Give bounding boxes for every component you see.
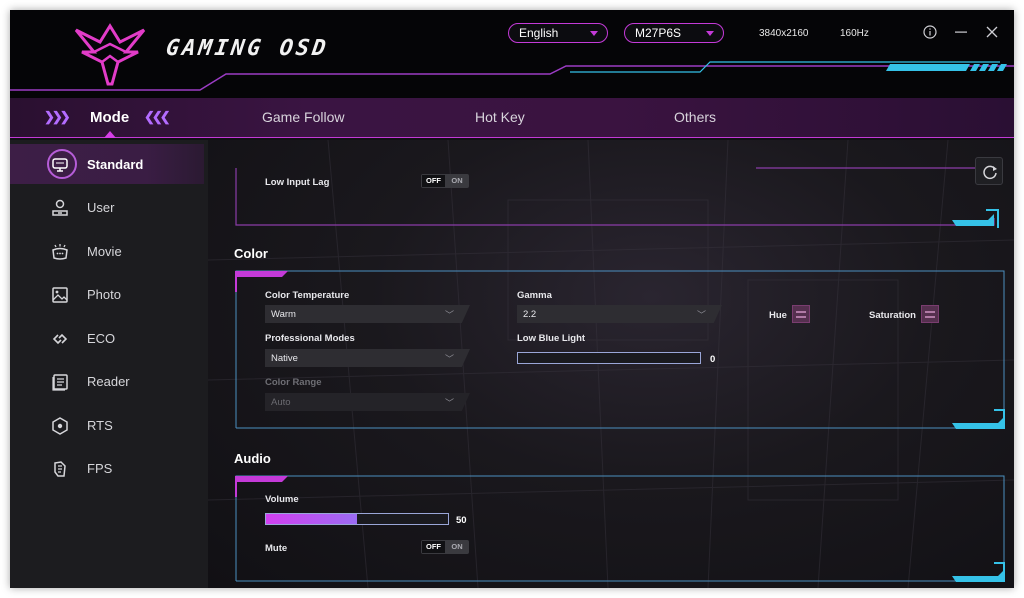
- sidebar-item-reader[interactable]: Reader: [10, 361, 204, 401]
- sidebar-item-label: Standard: [87, 157, 144, 172]
- sidebar-item-label: FPS: [87, 461, 113, 476]
- low-input-lag-label: Low Input Lag: [265, 177, 330, 188]
- sidebar-item-label: Photo: [87, 287, 121, 302]
- title-bar: GAMING OSD English M27P6S 3840x2160 160H…: [10, 10, 1014, 98]
- low-blue-light-label: Low Blue Light: [517, 333, 586, 344]
- rts-icon: [52, 417, 68, 435]
- close-button[interactable]: [984, 24, 1000, 40]
- active-tab-indicator: [104, 131, 116, 138]
- caret-down-icon: [706, 31, 714, 36]
- refresh-button[interactable]: [975, 157, 1003, 185]
- volume-value: 50: [456, 515, 467, 526]
- sidebar-item-fps[interactable]: FPS: [10, 448, 204, 488]
- sidebar-item-movie[interactable]: Movie: [10, 231, 204, 271]
- color-temperature-value: Warm: [271, 309, 296, 320]
- chevrons-right-icon: ❯❯❯: [44, 109, 71, 124]
- color-range-label: Color Range: [265, 377, 322, 388]
- saturation-adjust-button[interactable]: [921, 305, 939, 323]
- sliders-icon: [925, 316, 935, 318]
- color-section-title: Color: [234, 246, 268, 261]
- info-button[interactable]: [922, 24, 938, 40]
- sidebar-item-label: Reader: [87, 374, 130, 389]
- caret-down-icon: [590, 31, 598, 36]
- sliders-icon: [796, 316, 806, 318]
- sliders-icon: [796, 311, 806, 313]
- toggle-off-option: OFF: [422, 175, 445, 187]
- reader-icon: [52, 374, 68, 391]
- low-blue-light-value: 0: [710, 354, 716, 365]
- toggle-on-option: ON: [451, 542, 463, 551]
- professional-modes-dropdown[interactable]: Native ﹀: [265, 349, 470, 367]
- tab-bar: ❯❯❯ Mode ❮❮❮ Game Follow Hot Key Others: [10, 98, 1014, 138]
- low-blue-light-slider[interactable]: [517, 352, 701, 364]
- gamma-label: Gamma: [517, 290, 552, 301]
- sidebar-item-label: ECO: [87, 331, 116, 346]
- photo-icon: [52, 287, 68, 303]
- movie-icon: [52, 244, 68, 260]
- chevron-down-icon: ﹀: [444, 398, 454, 408]
- gamma-value: 2.2: [523, 309, 537, 320]
- refresh-icon: [983, 165, 997, 180]
- chevron-down-icon: ﹀: [444, 310, 454, 320]
- tab-mode[interactable]: Mode: [90, 109, 129, 126]
- main-content: Low Input Lag OFF ON Color Color Tempera…: [208, 140, 1014, 588]
- sidebar-item-photo[interactable]: Photo: [10, 274, 204, 314]
- sliders-icon: [925, 311, 935, 313]
- app-logo-text: GAMING OSD: [164, 36, 331, 61]
- user-icon: [52, 199, 68, 216]
- model-value: M27P6S: [635, 26, 682, 40]
- resolution-readout: 3840x2160: [759, 28, 809, 39]
- chevrons-left-icon: ❮❮❮: [144, 109, 171, 124]
- sidebar-item-label: RTS: [87, 418, 113, 433]
- minimize-button[interactable]: [953, 24, 969, 40]
- language-value: English: [519, 26, 559, 40]
- color-range-value: Auto: [271, 397, 291, 408]
- tab-hot-key[interactable]: Hot Key: [475, 109, 525, 125]
- minimize-icon: [955, 31, 967, 33]
- toggle-off-option: OFF: [422, 541, 445, 553]
- volume-label: Volume: [265, 494, 299, 505]
- audio-section-title: Audio: [234, 451, 271, 466]
- refresh-rate-readout: 160Hz: [840, 28, 869, 39]
- low-input-lag-toggle[interactable]: OFF ON: [421, 174, 469, 188]
- eco-icon: [52, 333, 68, 345]
- volume-slider[interactable]: [265, 513, 449, 525]
- model-select[interactable]: M27P6S: [624, 23, 724, 43]
- chevron-down-icon: ﹀: [696, 310, 706, 320]
- sidebar-item-rts[interactable]: RTS: [10, 405, 204, 445]
- monitor-icon: [52, 158, 68, 172]
- gamma-dropdown[interactable]: 2.2 ﹀: [517, 305, 722, 323]
- mute-toggle[interactable]: OFF ON: [421, 540, 469, 554]
- info-icon: [923, 25, 937, 39]
- sidebar-item-user[interactable]: User: [10, 187, 204, 227]
- sidebar-item-label: User: [87, 200, 115, 215]
- color-range-dropdown[interactable]: Auto ﹀: [265, 393, 470, 411]
- hue-adjust-button[interactable]: [792, 305, 810, 323]
- close-icon: [986, 26, 998, 38]
- slider-fill: [266, 514, 357, 524]
- sidebar-item-standard[interactable]: Standard: [10, 144, 204, 184]
- mute-label: Mute: [265, 543, 288, 554]
- professional-modes-label: Professional Modes: [265, 333, 355, 344]
- sidebar: Standard User Movie Photo ECO Reader RTS: [10, 140, 208, 588]
- app-window: GAMING OSD English M27P6S 3840x2160 160H…: [10, 10, 1014, 588]
- saturation-label: Saturation: [869, 310, 916, 321]
- sidebar-item-label: Movie: [87, 244, 122, 259]
- tab-game-follow[interactable]: Game Follow: [262, 109, 344, 125]
- sidebar-item-eco[interactable]: ECO: [10, 318, 204, 358]
- color-temperature-dropdown[interactable]: Warm ﹀: [265, 305, 470, 323]
- tab-others[interactable]: Others: [674, 109, 716, 125]
- chevron-down-icon: ﹀: [444, 354, 454, 364]
- logo-icon: [74, 23, 146, 86]
- professional-modes-value: Native: [271, 353, 298, 364]
- color-temperature-label: Color Temperature: [265, 290, 350, 301]
- language-select[interactable]: English: [508, 23, 608, 43]
- hue-label: Hue: [769, 310, 787, 321]
- toggle-on-option: ON: [451, 176, 463, 185]
- fps-icon: [54, 461, 66, 477]
